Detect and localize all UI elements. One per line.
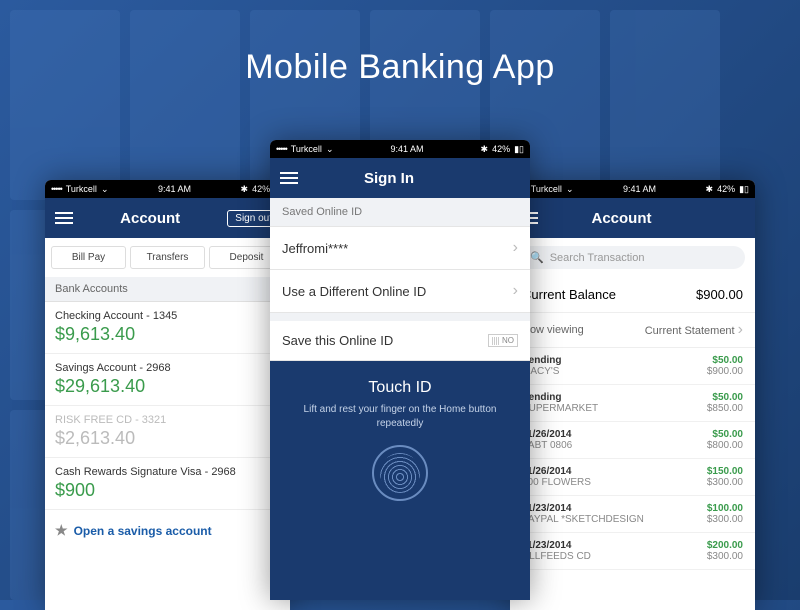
account-balance: $2,613.40: [55, 428, 280, 449]
balance-row: Current Balance $900.00: [510, 277, 755, 313]
search-input[interactable]: 🔍 Search Transaction: [520, 246, 745, 269]
transaction-row[interactable]: 11/26/2014PABT 0806$50.00$800.00: [510, 422, 755, 459]
chevron-right-icon: ›: [738, 321, 743, 338]
phone-account-list: •••••Turkcell⌄ 9:41 AM ✱42%▮▯ Account Si…: [45, 180, 290, 610]
now-viewing-row[interactable]: Now viewing Current Statement ›: [510, 313, 755, 348]
wifi-icon: ⌄: [101, 184, 109, 195]
txn-balance: $900.00: [707, 366, 743, 377]
status-bar: •••••Turkcell⌄ 9:41 AM ✱42%▮▯: [510, 180, 755, 198]
account-name: Savings Account - 2968: [55, 362, 280, 374]
account-name: Cash Rewards Signature Visa - 2968: [55, 466, 280, 478]
txn-merchant: SUPERMARKET: [522, 403, 598, 414]
promo-open-savings[interactable]: ★ Open a savings account: [45, 510, 290, 551]
txn-amount: $50.00: [707, 355, 743, 366]
status-bar: •••••Turkcell⌄ 9:41 AM ✱42%▮▯: [45, 180, 290, 198]
txn-merchant: PAYPAL *SKETCHDESIGN: [522, 514, 644, 525]
account-row[interactable]: Checking Account - 1345 $9,613.40: [45, 302, 290, 354]
txn-merchant: 800 FLOWERS: [522, 477, 591, 488]
nav-bar: Sign In: [270, 158, 530, 198]
save-id-label: Save this Online ID: [282, 333, 393, 348]
txn-balance: $850.00: [707, 403, 743, 414]
battery-icon: ▮▯: [739, 184, 749, 195]
wifi-icon: ⌄: [566, 184, 574, 195]
nav-bar: Account Sign out: [45, 198, 290, 238]
balance-value: $900.00: [696, 287, 743, 302]
txn-amount: $50.00: [707, 429, 743, 440]
tab-transfers[interactable]: Transfers: [130, 246, 205, 269]
txn-balance: $300.00: [707, 514, 743, 525]
star-icon: ★: [55, 522, 68, 539]
save-id-toggle[interactable]: NO: [488, 334, 518, 347]
menu-icon[interactable]: [55, 212, 73, 224]
search-placeholder: Search Transaction: [550, 252, 645, 264]
chevron-right-icon: ›: [513, 239, 518, 257]
touch-id-subtitle: Lift and rest your finger on the Home bu…: [290, 403, 510, 431]
txn-balance: $300.00: [707, 477, 743, 488]
txn-amount: $150.00: [707, 466, 743, 477]
txn-merchant: ULLFEEDS CD: [522, 551, 591, 562]
transaction-row[interactable]: 11/23/2014ULLFEEDS CD $200.00$300.00: [510, 533, 755, 570]
different-id-label: Use a Different Online ID: [282, 284, 426, 299]
account-balance: $29,613.40: [55, 376, 280, 397]
transaction-row[interactable]: PendingMACY'S$50.00$900.00: [510, 348, 755, 385]
account-balance: $9,613.40: [55, 324, 280, 345]
battery-icon: ▮▯: [514, 144, 524, 155]
saved-user-row[interactable]: Jeffromi**** ›: [270, 227, 530, 270]
account-row[interactable]: Cash Rewards Signature Visa - 2968 $900: [45, 458, 290, 510]
txn-amount: $200.00: [707, 540, 743, 551]
txn-date: 11/26/2014: [522, 466, 591, 477]
status-bar: •••••Turkcell⌄ 9:41 AM ✱42%▮▯: [270, 140, 530, 158]
txn-date: 11/23/2014: [522, 540, 591, 551]
touch-id-panel: Touch ID Lift and rest your finger on th…: [270, 361, 530, 600]
account-row[interactable]: Savings Account - 2968 $29,613.40: [45, 354, 290, 406]
txn-balance: $300.00: [707, 551, 743, 562]
account-row[interactable]: RISK FREE CD - 3321 $2,613.40: [45, 406, 290, 458]
touch-id-title: Touch ID: [290, 379, 510, 397]
nav-bar: Account: [510, 198, 755, 238]
phone-transactions: •••••Turkcell⌄ 9:41 AM ✱42%▮▯ Account 🔍 …: [510, 180, 755, 610]
nav-title: Account: [120, 210, 180, 227]
section-header: Bank Accounts: [45, 277, 290, 302]
nav-title: Sign In: [364, 170, 414, 187]
tab-billpay[interactable]: Bill Pay: [51, 246, 126, 269]
txn-amount: $100.00: [707, 503, 743, 514]
account-tabs: Bill Pay Transfers Deposit: [45, 238, 290, 277]
chevron-right-icon: ›: [513, 282, 518, 300]
transaction-row[interactable]: 11/26/2014800 FLOWERS $150.00$300.00: [510, 459, 755, 496]
account-balance: $900: [55, 480, 280, 501]
txn-date: Pending: [522, 392, 598, 403]
wifi-icon: ⌄: [326, 144, 334, 155]
account-name: Checking Account - 1345: [55, 310, 280, 322]
different-id-row[interactable]: Use a Different Online ID ›: [270, 270, 530, 313]
search-icon: 🔍: [530, 251, 544, 264]
saved-id-header: Saved Online ID: [270, 198, 530, 227]
save-id-row[interactable]: Save this Online ID NO: [270, 321, 530, 361]
menu-icon[interactable]: [280, 172, 298, 184]
hero-title: Mobile Banking App: [0, 48, 800, 87]
account-name: RISK FREE CD - 3321: [55, 414, 280, 426]
transaction-row[interactable]: 11/23/2014PAYPAL *SKETCHDESIGN $100.00$30…: [510, 496, 755, 533]
balance-label: Current Balance: [522, 287, 616, 302]
phone-sign-in: •••••Turkcell⌄ 9:41 AM ✱42%▮▯ Sign In Sa…: [270, 140, 530, 600]
saved-user-label: Jeffromi****: [282, 241, 348, 256]
nav-title: Account: [592, 210, 652, 227]
txn-date: 11/23/2014: [522, 503, 644, 514]
now-viewing-label: Now viewing: [522, 324, 584, 336]
promo-label: Open a savings account: [74, 524, 212, 538]
transaction-row[interactable]: PendingSUPERMARKET $50.00$850.00: [510, 385, 755, 422]
txn-balance: $800.00: [707, 440, 743, 451]
txn-amount: $50.00: [707, 392, 743, 403]
fingerprint-icon[interactable]: [372, 445, 428, 501]
